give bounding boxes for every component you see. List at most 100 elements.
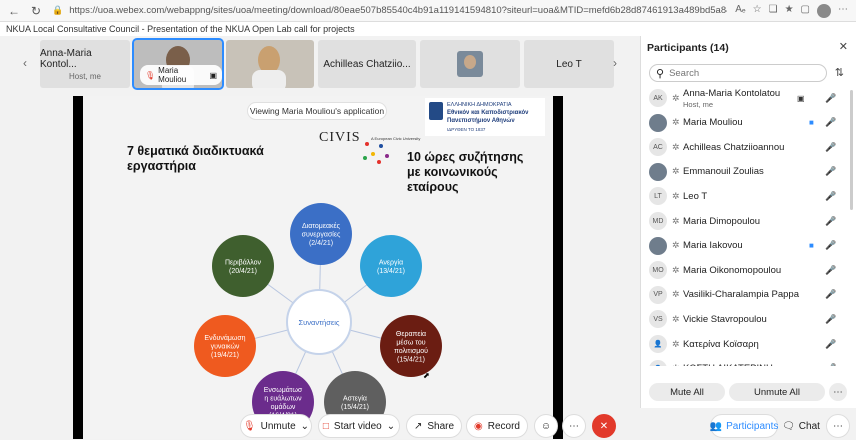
favorite-icon[interactable]: ☆ bbox=[753, 4, 762, 18]
uoa-logo: ΕΛΛΗΝΙΚΗ ΔΗΜΟΚΡΑΤΙΑ Εθνικόν και Καποδιστ… bbox=[425, 98, 545, 136]
avatar: VP bbox=[649, 285, 667, 304]
workshop-node-label: Ενδυνάμωση bbox=[204, 334, 245, 342]
civis-logo: CIVIS bbox=[319, 130, 361, 145]
status-icon: ✲ bbox=[672, 141, 680, 152]
mic-on-icon[interactable]: 🎤 bbox=[825, 117, 836, 128]
back-icon[interactable]: ← bbox=[6, 3, 22, 19]
workshop-node-label: (19/4/21) bbox=[211, 352, 239, 359]
participant-row[interactable]: LT ✲ Leo T 🎤 bbox=[641, 184, 856, 208]
avatar: AK bbox=[649, 89, 667, 107]
video-tile[interactable] bbox=[420, 40, 520, 88]
share-button[interactable]: ↗ Share bbox=[406, 414, 462, 438]
start-video-button[interactable]: □ Start video ⌄ bbox=[318, 414, 400, 438]
unmute-all-button[interactable]: Unmute All bbox=[729, 383, 825, 401]
panel-footer: Mute All Unmute All ⋯ bbox=[641, 380, 856, 406]
sharing-icon: ▣ bbox=[797, 93, 805, 103]
workshop-node-label: η ευάλωτων bbox=[264, 394, 302, 402]
participant-row[interactable]: 👤 ✲ Κατερίνα Κοϊσαρη 🎤 bbox=[641, 332, 856, 356]
mic-muted-icon[interactable]: 🎤 bbox=[825, 166, 836, 177]
strip-next-icon[interactable]: › bbox=[608, 56, 622, 70]
meeting-toolbar: 🎙 Unmute ⌄ □ Start video ⌄ ↗ Share ◉ Rec… bbox=[0, 410, 856, 440]
status-icon: ✲ bbox=[672, 190, 680, 201]
mic-muted-icon[interactable]: 🎤 bbox=[825, 363, 836, 366]
status-icon: ✲ bbox=[672, 240, 680, 251]
civis-dot bbox=[371, 152, 375, 156]
mic-muted-icon[interactable]: 🎤 bbox=[825, 142, 836, 153]
mic-muted-icon[interactable]: 🎤 bbox=[825, 216, 836, 227]
panel-title: Participants (14) bbox=[647, 42, 729, 54]
participant-row[interactable]: MD ✲ Maria Dimopoulou 🎤 bbox=[641, 209, 856, 233]
participant-row[interactable]: ✲ Maria Mouliou ■ 🎤 bbox=[641, 111, 856, 135]
avatar: VS bbox=[649, 310, 667, 329]
panel-more-button[interactable]: ⋯ bbox=[826, 414, 850, 438]
mic-muted-icon[interactable]: 🎤 bbox=[825, 289, 836, 300]
tile-name: Leo T bbox=[556, 58, 582, 70]
participant-row[interactable]: ✲ Emmanouil Zoulias 🎤 bbox=[641, 160, 856, 184]
participant-row[interactable]: 👤 ✲ΚΩΣΤΗ ΑΙΚΑΤΕΡΙΝΗ 🎤 bbox=[641, 357, 856, 366]
profile-avatar[interactable] bbox=[817, 3, 831, 18]
participant-search[interactable]: ⚲ bbox=[649, 64, 827, 82]
participant-role: Host, me bbox=[683, 100, 714, 109]
favorites-bar-icon[interactable]: ★ bbox=[785, 4, 794, 18]
participant-row[interactable]: VP ✲ Vasiliki-Charalampia Pappa 🎤 bbox=[641, 283, 856, 307]
viewing-banner: Viewing Maria Mouliou's application bbox=[247, 102, 387, 120]
mute-all-button[interactable]: Mute All bbox=[649, 383, 725, 401]
strip-prev-icon[interactable]: ‹ bbox=[18, 56, 32, 70]
status-icon: ✲ bbox=[672, 166, 680, 177]
participant-row[interactable]: AC ✲ Achilleas Chatziioannou 🎤 bbox=[641, 135, 856, 159]
mic-muted-icon[interactable]: 🎤 bbox=[825, 265, 836, 276]
reactions-button[interactable]: ☺ bbox=[534, 414, 558, 438]
workshop-node-label: μέσω του bbox=[396, 338, 425, 346]
address-bar[interactable]: 🔒 https://uoa.webex.com/webappng/sites/u… bbox=[52, 3, 727, 19]
mic-muted-icon[interactable]: 🎤 bbox=[825, 191, 836, 202]
mic-muted-icon[interactable]: 🎤 bbox=[825, 240, 836, 251]
civis-dot bbox=[363, 156, 367, 160]
chevron-down-icon: ⌄ bbox=[386, 420, 396, 432]
video-tile[interactable]: Anna-Maria Kontol... Host, me bbox=[40, 40, 130, 88]
browser-toolbar: ← ↻ 🔒 https://uoa.webex.com/webappng/sit… bbox=[0, 0, 856, 22]
more-icon[interactable]: ⋯ bbox=[838, 4, 848, 18]
center-label: Συναντήσεις bbox=[299, 318, 340, 327]
participants-button[interactable]: 👥 Participants bbox=[710, 414, 778, 438]
participant-row[interactable]: MO ✲ Maria Oikonomopoulou 🎤 bbox=[641, 258, 856, 282]
civis-dot bbox=[385, 154, 389, 158]
chat-button[interactable]: 🗨 Chat bbox=[780, 414, 822, 438]
workshop-node-label: γυναικών bbox=[211, 343, 240, 351]
refresh-icon[interactable]: ↻ bbox=[28, 3, 44, 19]
avatar: AC bbox=[649, 138, 667, 157]
record-button[interactable]: ◉ Record bbox=[466, 414, 528, 438]
leave-meeting-button[interactable]: ✕ bbox=[592, 414, 616, 438]
collections-icon[interactable]: ❏ bbox=[769, 4, 778, 18]
mic-icon: 🎙 bbox=[145, 70, 156, 80]
avatar: LT bbox=[649, 187, 667, 206]
extensions-icon[interactable]: ▢ bbox=[801, 4, 810, 18]
participant-row[interactable]: ✲ Maria Iakovou ■ 🎤 bbox=[641, 234, 856, 258]
record-icon: ◉ bbox=[474, 420, 483, 432]
person-icon: 👤 bbox=[649, 359, 667, 366]
video-strip: ‹ Anna-Maria Kontol... Host, me 🎙 Maria … bbox=[14, 38, 624, 92]
video-tile[interactable]: Achilleas Chatziio... bbox=[318, 40, 416, 88]
video-tile[interactable]: Leo T bbox=[524, 40, 614, 88]
participant-name: Maria Iakovou bbox=[683, 240, 743, 252]
close-icon: ✕ bbox=[599, 420, 609, 432]
presentation-slide: Συναντήσεις Διατομεακές συνεργασίες (2/4/21… bbox=[83, 96, 553, 439]
search-input[interactable] bbox=[669, 67, 810, 79]
mic-muted-icon[interactable]: 🎤 bbox=[825, 314, 836, 325]
workshop-node-label: (15/4/21) bbox=[397, 356, 425, 363]
scrollbar[interactable] bbox=[850, 90, 853, 210]
video-tile[interactable] bbox=[226, 40, 314, 88]
more-options-button[interactable]: ⋯ bbox=[562, 414, 586, 438]
participant-row[interactable]: VS ✲ Vickie Stavropoulou 🎤 bbox=[641, 307, 856, 331]
more-icon[interactable]: ⋯ bbox=[829, 383, 847, 401]
close-icon[interactable]: ✕ bbox=[839, 40, 848, 53]
sort-icon[interactable]: ⇅ bbox=[835, 66, 844, 79]
unmute-button[interactable]: 🎙 Unmute ⌄ bbox=[240, 414, 312, 438]
participant-row[interactable]: AK ✲ Anna-Maria Kontolatou Host, me ▣ 🎤 bbox=[641, 86, 856, 110]
tile-name: Anna-Maria Kontol... bbox=[40, 47, 92, 70]
status-icon: ✲ bbox=[672, 313, 680, 324]
video-tile-active[interactable]: 🎙 Maria Mouliou ▣ bbox=[132, 38, 224, 90]
mic-muted-icon[interactable]: 🎤 bbox=[825, 339, 836, 350]
smiley-icon: ☺ bbox=[540, 420, 552, 432]
mic-muted-icon[interactable]: 🎤 bbox=[825, 93, 836, 104]
read-aloud-icon[interactable]: Aₑ bbox=[735, 4, 745, 18]
